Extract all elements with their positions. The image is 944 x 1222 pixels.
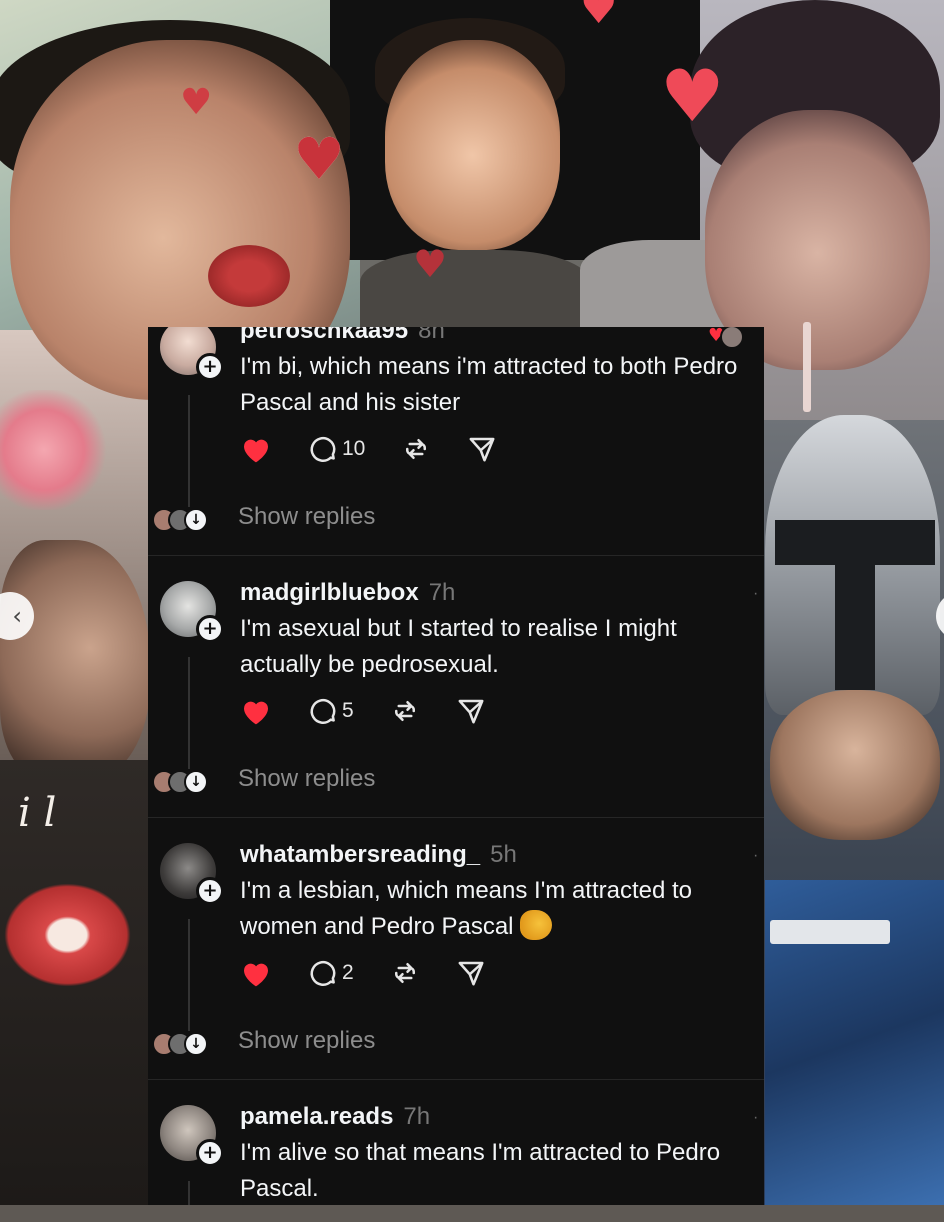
more-icon[interactable]: · (753, 585, 758, 603)
repost-button[interactable] (390, 696, 420, 726)
comment-icon (310, 436, 336, 462)
thread-line (188, 919, 190, 1031)
comment-count: 10 (342, 437, 366, 460)
share-button[interactable] (467, 434, 497, 464)
follow-plus-icon[interactable]: + (196, 615, 224, 643)
heart-sticker: ♥ (180, 82, 213, 123)
shirt-print (770, 920, 890, 944)
threads-card: + petroschkaa95 8h ♥ I'm bi, which means … (148, 327, 764, 1205)
comment-count: 2 (342, 961, 354, 984)
follow-plus-icon[interactable]: + (196, 877, 224, 905)
send-icon (458, 961, 484, 986)
post-text-container: I'm a lesbian, which means I'm attracted… (240, 873, 760, 945)
more-icon[interactable]: · (753, 847, 758, 865)
username[interactable]: pamela.reads 7h (240, 1103, 430, 1131)
helmet-visor (835, 560, 875, 690)
heart-filled-icon (244, 963, 268, 987)
photo-shirt (360, 250, 590, 330)
thread-line (188, 395, 190, 507)
background-tile (0, 1205, 944, 1222)
divider (148, 817, 764, 818)
arrow-down-icon: ↓ (184, 1032, 208, 1056)
heart-sticker: ♥ (413, 242, 448, 286)
username[interactable]: petroschkaa95 8h (240, 327, 445, 345)
share-button[interactable] (456, 696, 486, 726)
like-button[interactable] (240, 434, 272, 464)
heart-sticker: ♥ (580, 0, 618, 33)
action-bar: 2 (240, 953, 522, 993)
heart-filled-icon (244, 701, 268, 725)
username[interactable]: whatambersreading_ 5h (240, 841, 517, 869)
scribble-text: i l (18, 790, 57, 836)
show-replies-row[interactable]: ↓ Show replies (148, 497, 375, 537)
more-icon[interactable]: · (753, 1109, 758, 1127)
repost-icon (394, 963, 415, 983)
saluting-hand-emoji (519, 910, 552, 940)
photo-face (0, 540, 150, 780)
thread-line (188, 657, 190, 769)
photo-face (770, 690, 940, 840)
send-icon (458, 699, 484, 724)
send-icon (469, 437, 495, 462)
username-text[interactable]: madgirlbluebox (240, 579, 419, 606)
show-replies-row[interactable]: ↓ Show replies (148, 1021, 375, 1061)
repost-button[interactable] (390, 958, 420, 988)
post-text: I'm bi, which means i'm attracted to bot… (240, 353, 738, 416)
comment-count: 5 (342, 699, 354, 722)
helmet-visor (775, 520, 935, 565)
post-time: 5h (490, 841, 517, 868)
repost-icon (406, 439, 427, 459)
post-time: 7h (428, 579, 456, 606)
reply-avatars: ↓ (148, 1026, 224, 1056)
comment-button[interactable]: 2 (308, 958, 354, 988)
post-time: 8h (418, 327, 445, 344)
comment-button[interactable]: 10 (308, 434, 365, 464)
comment-icon (310, 960, 336, 986)
arrow-down-icon: ↓ (184, 508, 208, 532)
share-button[interactable] (456, 958, 486, 988)
arrow-down-icon: ↓ (184, 770, 208, 794)
divider (148, 1079, 764, 1080)
cupid-sticker (0, 390, 110, 510)
post-text: I'm alive so that means I'm attracted to… (240, 1139, 721, 1202)
username-text[interactable]: whatambersreading_ (240, 841, 480, 868)
reply-avatars: ↓ (148, 502, 224, 532)
show-replies-link[interactable]: Show replies (238, 503, 375, 531)
heart-sticker: ♥ (293, 125, 345, 193)
show-replies-row[interactable]: ↓ Show replies (148, 759, 375, 799)
action-bar: 5 (240, 691, 522, 731)
username-text[interactable]: pamela.reads (240, 1103, 393, 1130)
heart-sticker: ♥ (660, 54, 725, 138)
follow-plus-icon[interactable]: + (196, 1139, 224, 1167)
show-replies-link[interactable]: Show replies (238, 765, 375, 793)
straw (803, 322, 811, 412)
post-text: I'm a lesbian, which means I'm attracted… (240, 877, 693, 940)
follow-plus-icon[interactable]: + (196, 353, 224, 381)
reaction-indicator: ♥ (708, 327, 744, 349)
username-text[interactable]: petroschkaa95 (240, 327, 408, 344)
chevron-left-icon: ‹ (12, 602, 22, 630)
like-button[interactable] (240, 958, 272, 988)
comment-icon (310, 698, 336, 724)
thread-line (188, 1181, 190, 1205)
show-replies-link[interactable]: Show replies (238, 1027, 375, 1055)
lips-sticker (0, 880, 135, 990)
heart-filled-icon (244, 439, 268, 463)
action-bar: 10 (240, 429, 533, 469)
repost-button[interactable] (401, 434, 431, 464)
reply-avatars: ↓ (148, 764, 224, 794)
repost-icon (394, 701, 415, 721)
comment-button[interactable]: 5 (308, 696, 354, 726)
photo-face (385, 40, 560, 250)
post-text: I'm asexual but I started to realise I m… (240, 615, 677, 678)
username[interactable]: madgirlbluebox 7h (240, 579, 455, 607)
like-button[interactable] (240, 696, 272, 726)
reactor-avatar (720, 327, 744, 349)
divider (148, 555, 764, 556)
post-time: 7h (403, 1103, 431, 1130)
lips-sticker (208, 245, 290, 307)
